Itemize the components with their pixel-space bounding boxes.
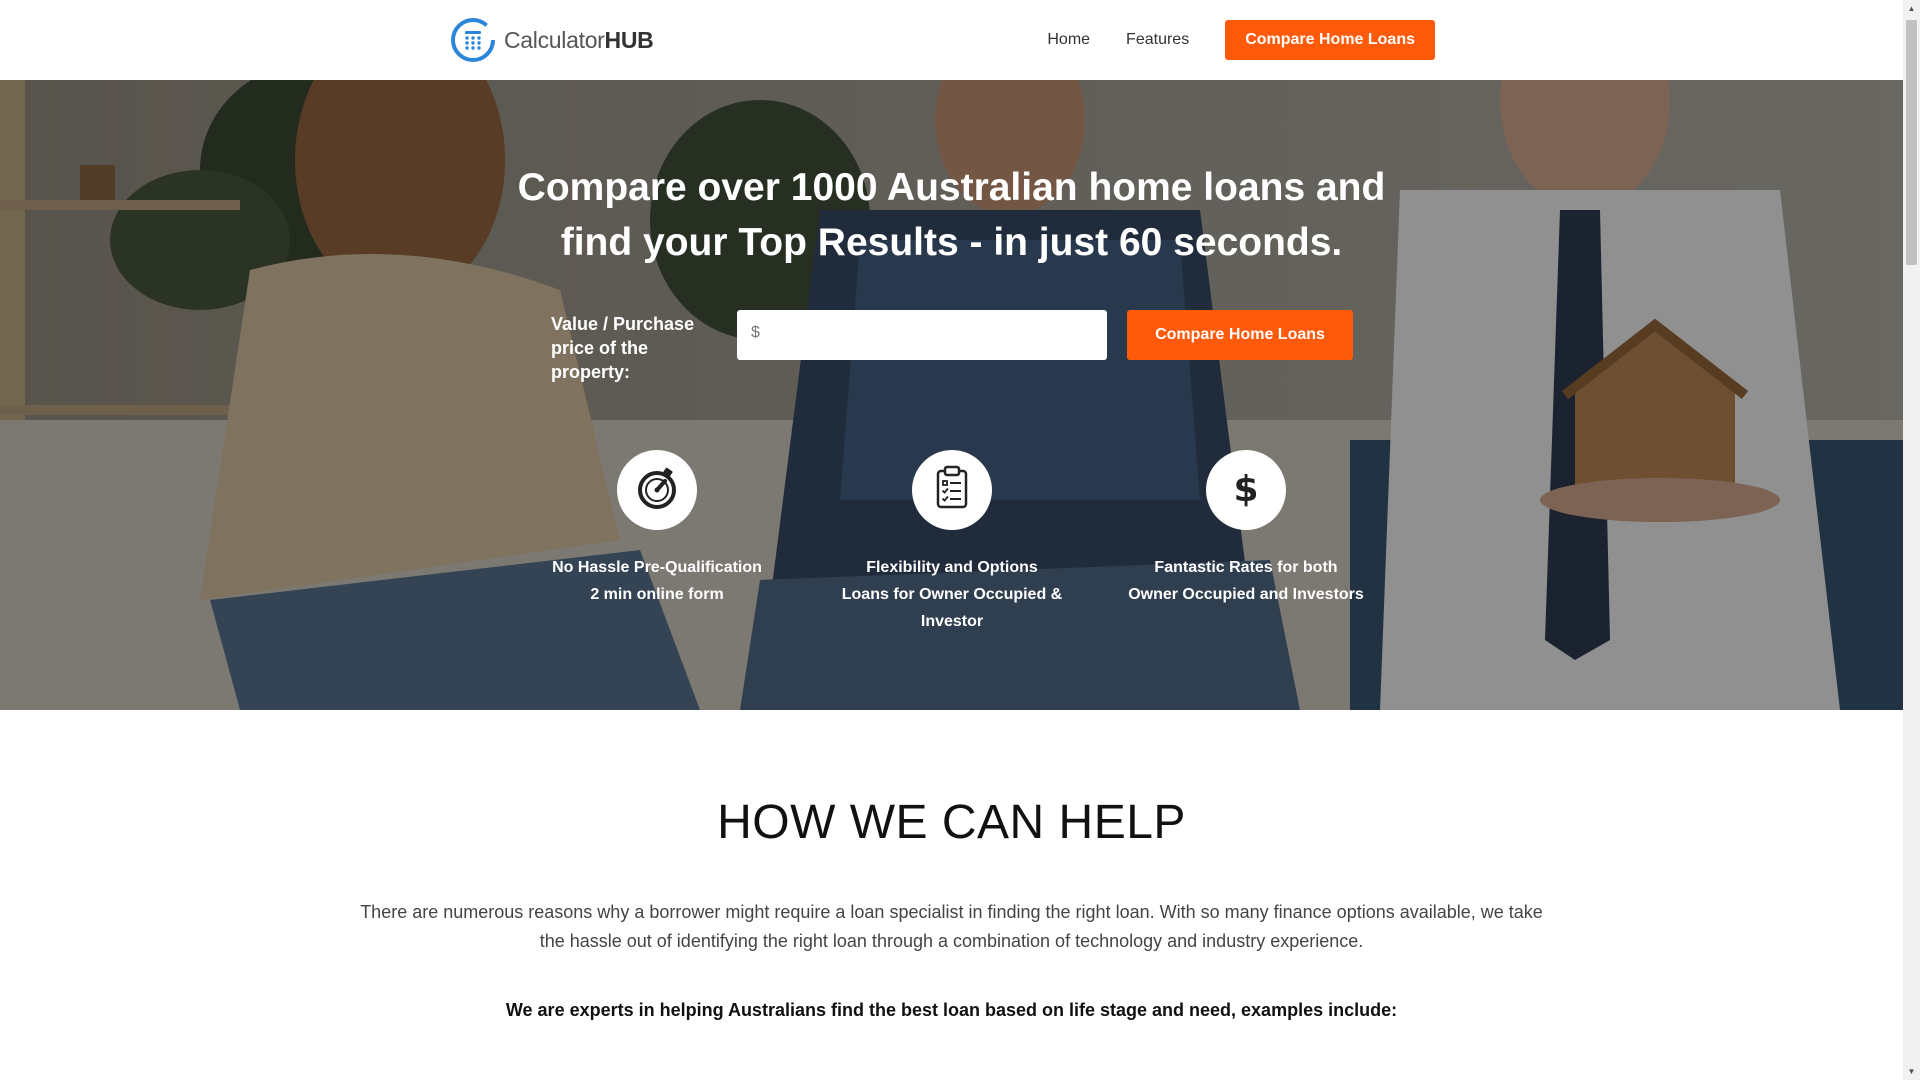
how-we-can-help-body: There are numerous reasons why a borrowe… <box>360 902 1543 951</box>
feature-icon-circle: $ <box>1206 450 1286 530</box>
feature-text: Flexibility and Options Loans for Owner … <box>832 554 1072 635</box>
feature-rates: $ Fantastic Rates for both Owner Occupie… <box>1126 450 1366 608</box>
feature-title: Flexibility and Options <box>866 559 1038 576</box>
dollar-prefix: $ <box>751 324 760 341</box>
compare-home-loans-button[interactable]: Compare Home Loans <box>1127 310 1353 360</box>
feature-subtitle: Owner Occupied and Investors <box>1128 586 1364 603</box>
feature-subtitle: Loans for Owner Occupied & <box>841 586 1063 603</box>
property-value-label: Value / Purchase price of the property: <box>551 312 731 384</box>
logo-text: Calculator <box>504 26 605 53</box>
nav-features[interactable]: Features <box>1126 20 1189 60</box>
scroll-down-arrow-icon[interactable]: ▼ <box>1903 1063 1920 1080</box>
property-value-input[interactable] <box>737 310 1107 360</box>
feature-text: No Hassle Pre-Qualification 2 min online… <box>537 554 777 608</box>
calculatorhub-logo[interactable]: CalculatorHUB <box>450 17 654 63</box>
hero-section: Compare over 1000 Australian home loans … <box>0 80 1903 710</box>
feature-subtitle: 2 min online form <box>590 586 724 603</box>
feature-subtitle-continued: Investor <box>920 613 984 630</box>
compare-home-loans-header-button[interactable]: Compare Home Loans <box>1225 20 1435 60</box>
hero-heading-line-2: find your Top Results - in just 60 secon… <box>560 221 1343 264</box>
logo-text-bold: HUB <box>604 26 654 53</box>
hero-heading-line-1: Compare over 1000 Australian home loans … <box>517 166 1386 209</box>
feature-flexibility: Flexibility and Options Loans for Owner … <box>832 450 1072 635</box>
how-we-can-help-heading: HOW WE CAN HELP <box>717 796 1186 849</box>
property-value-form: Value / Purchase price of the property: … <box>551 310 1356 382</box>
scrollbar-thumb[interactable] <box>1906 20 1917 265</box>
site-header: CalculatorHUB Home Features Compare Home… <box>0 0 1903 80</box>
logo-wordmark: CalculatorHUB <box>504 26 654 54</box>
property-value-label-line-2: price of the property: <box>551 338 649 382</box>
nav-home[interactable]: Home <box>1047 20 1090 60</box>
feature-icon-circle <box>912 450 992 530</box>
calculator-logo-icon <box>450 17 496 63</box>
main-nav: Home Features Compare Home Loans <box>1047 20 1435 60</box>
feature-text: Fantastic Rates for both Owner Occupied … <box>1126 554 1366 608</box>
feature-pre-qualification: No Hassle Pre-Qualification 2 min online… <box>537 450 777 608</box>
svg-text:$: $ <box>1233 469 1258 510</box>
scroll-up-arrow-icon[interactable]: ▲ <box>1903 0 1920 17</box>
feature-title: Fantastic Rates for both <box>1154 559 1338 576</box>
hero-content: Compare over 1000 Australian home loans … <box>0 80 1903 710</box>
stopwatch-icon <box>634 465 680 516</box>
clipboard-checklist-icon <box>930 465 974 516</box>
hero-heading: Compare over 1000 Australian home loans … <box>500 160 1403 270</box>
how-we-can-help-subheading: We are experts in helping Australians fi… <box>505 1000 1398 1020</box>
feature-title: No Hassle Pre-Qualification <box>552 559 762 576</box>
feature-icon-circle <box>617 450 697 530</box>
property-value-label-line-1: Value / Purchase <box>551 314 695 334</box>
dollar-icon: $ <box>1226 465 1266 516</box>
page-scrollbar[interactable]: ▲ ▼ <box>1903 0 1920 1080</box>
